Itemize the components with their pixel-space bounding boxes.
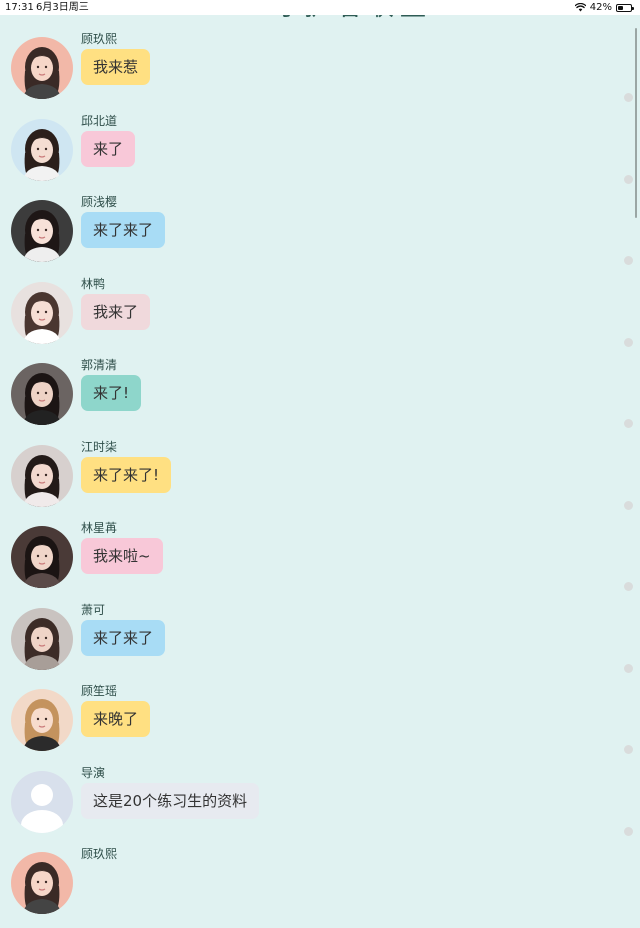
sender-name: 顾浅樱 <box>81 195 118 209</box>
sender-name: 顾玖熙 <box>81 847 118 861</box>
message-bubble[interactable]: 我来啦~ <box>81 538 163 574</box>
battery-fill <box>618 5 623 10</box>
message-row: 顾浅樱 来了来了 <box>0 194 630 276</box>
sender-name: 导演 <box>81 765 106 780</box>
sender-name: 江时柒 <box>81 439 118 454</box>
side-index-dot[interactable] <box>624 745 633 754</box>
message-row: 导演这是20个练习生的资料 <box>0 765 630 847</box>
message-row: 萧可 来了来了 <box>0 602 630 684</box>
battery-percent: 42% <box>589 2 612 13</box>
avatar[interactable] <box>11 607 73 670</box>
sender-name: 郭清清 <box>81 358 118 372</box>
side-index-dot[interactable] <box>624 256 633 265</box>
message-bubble[interactable]: 来了! <box>81 375 142 411</box>
wifi-icon <box>574 3 586 12</box>
sender-name: 邱北道 <box>81 113 118 128</box>
side-index-dot[interactable] <box>624 337 633 347</box>
avatar[interactable] <box>11 444 73 507</box>
status-time: 17:31 <box>5 2 34 13</box>
message-bubble[interactable]: 我来了 <box>81 293 151 330</box>
side-index-dot[interactable] <box>624 174 633 184</box>
chat-list[interactable]: 顾玖熙 我来惹 邱北道 来了 顾浅樱 来了来了 林鸭 我来了 郭清清 来了! 江时柒 来了来了! 林星苒… <box>0 31 630 928</box>
avatar[interactable] <box>11 281 73 344</box>
avatar[interactable] <box>11 363 73 425</box>
default-avatar-icon[interactable] <box>11 770 73 833</box>
avatar[interactable] <box>11 37 73 99</box>
sender-name: 林星苒 <box>81 521 118 535</box>
sender-name: 顾玖熙 <box>81 32 118 46</box>
message-row: 顾玖熙 我来惹 <box>0 31 630 113</box>
message-row: 顾笙瑶 来晚了 <box>0 683 630 765</box>
side-index-dot[interactable] <box>624 93 633 102</box>
status-bar: 17:31 6月3日周三 42% <box>0 0 640 15</box>
sender-name: 顾笙瑶 <box>81 684 118 698</box>
message-bubble[interactable]: 来晚了 <box>81 701 151 737</box>
battery-icon <box>616 3 634 12</box>
message-bubble[interactable]: 来了来了! <box>81 456 172 493</box>
scrollbar-thumb[interactable] <box>635 28 637 218</box>
side-index-dot[interactable] <box>624 582 633 591</box>
status-indicators: 42% <box>574 0 634 15</box>
message-row: 林星苒我来啦~ <box>0 520 630 602</box>
avatar[interactable] <box>11 526 73 588</box>
message-row: 邱北道 来了 <box>0 113 630 195</box>
message-bubble[interactable]: 来了 <box>81 130 136 167</box>
avatar[interactable] <box>11 852 73 914</box>
message-row: 林鸭 我来了 <box>0 276 630 358</box>
message-bubble[interactable]: 来了来了 <box>81 212 166 248</box>
side-index-dot[interactable] <box>624 663 633 673</box>
sender-name: 萧可 <box>81 602 106 617</box>
status-date: 6月3日周三 <box>36 2 89 13</box>
avatar[interactable] <box>11 200 73 262</box>
side-index-dot[interactable] <box>624 500 633 510</box>
side-index-dot[interactable] <box>624 419 633 428</box>
message-bubble[interactable]: 这是20个练习生的资料 <box>81 782 260 819</box>
message-row: 郭清清来了! <box>0 357 630 439</box>
sender-name: 林鸭 <box>81 276 106 291</box>
side-index-dot[interactable] <box>624 826 633 836</box>
avatar[interactable] <box>11 118 73 181</box>
message-row: 江时柒来了来了! <box>0 439 630 521</box>
message-row: 顾玖熙 <box>0 846 630 928</box>
avatar[interactable] <box>11 689 73 751</box>
message-bubble[interactable]: 我来惹 <box>81 49 151 85</box>
message-bubble[interactable]: 来了来了 <box>81 619 166 656</box>
